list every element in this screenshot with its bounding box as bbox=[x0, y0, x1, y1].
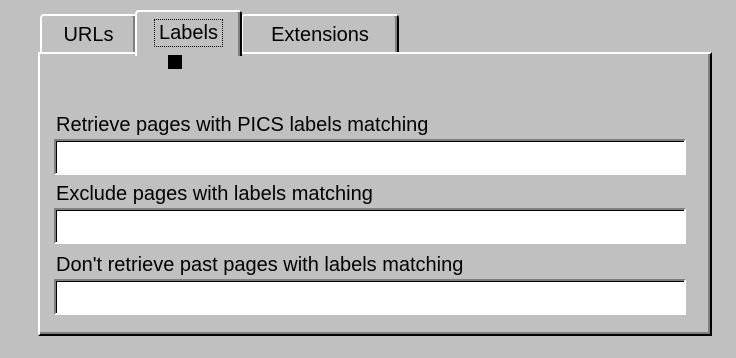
tab-labels-label: Labels bbox=[154, 19, 223, 47]
exclude-labels-input[interactable] bbox=[54, 208, 686, 244]
dont-retrieve-past-label: Don't retrieve past pages with labels ma… bbox=[56, 254, 464, 276]
exclude-labels-label: Exclude pages with labels matching bbox=[56, 183, 373, 205]
tab-urls[interactable]: URLs bbox=[40, 14, 137, 54]
retrieve-pics-input[interactable] bbox=[54, 139, 686, 175]
selection-marker bbox=[168, 55, 182, 69]
tab-extensions[interactable]: Extensions bbox=[241, 14, 399, 54]
retrieve-pics-label: Retrieve pages with PICS labels matching bbox=[56, 114, 429, 136]
tab-extensions-label: Extensions bbox=[271, 24, 369, 46]
tab-labels[interactable]: Labels bbox=[135, 10, 242, 56]
tab-urls-label: URLs bbox=[63, 24, 114, 46]
dont-retrieve-past-input[interactable] bbox=[54, 279, 686, 315]
